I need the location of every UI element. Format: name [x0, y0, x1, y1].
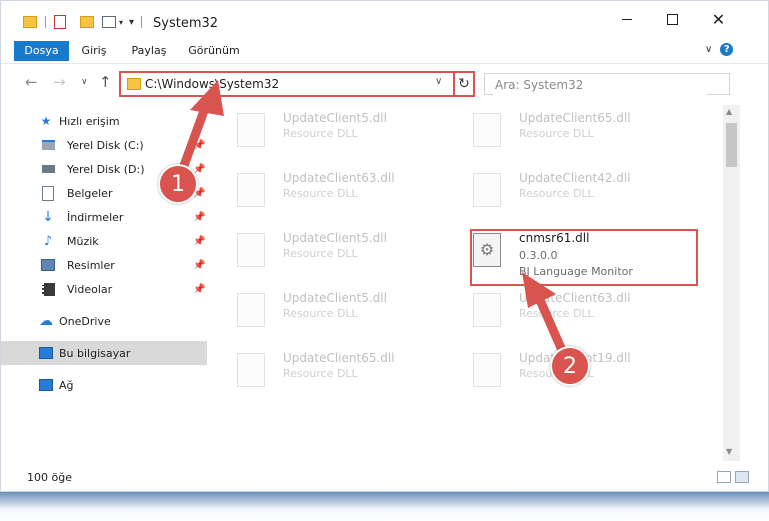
annotation-arrows	[173, 80, 573, 369]
callout-1: 1	[158, 164, 198, 204]
callout-2: 2	[550, 346, 590, 386]
